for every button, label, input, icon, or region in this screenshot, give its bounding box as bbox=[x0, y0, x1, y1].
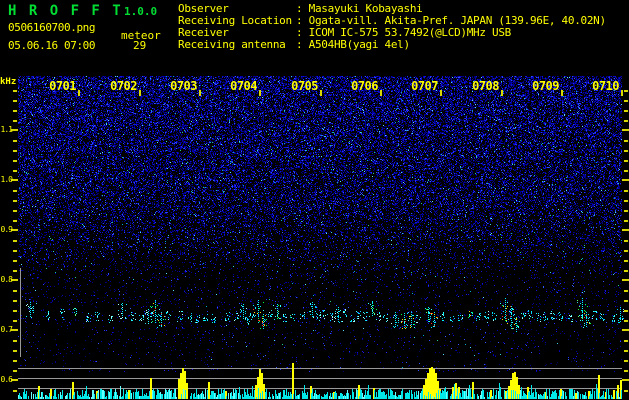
time-tick-label: 0705 bbox=[291, 79, 318, 93]
freq-tick-label: 0.7 bbox=[0, 325, 13, 334]
time-tick-label: 0708 bbox=[472, 79, 499, 93]
time-tick-label: 0701 bbox=[49, 79, 76, 93]
spectrogram-canvas bbox=[0, 0, 629, 400]
hrofft-output-screen: H R O F F T 1.0.0 0506160700.png meteor … bbox=[0, 0, 629, 400]
freq-tick-label: 0.6 bbox=[0, 375, 13, 384]
time-tick-label: 0707 bbox=[411, 79, 438, 93]
info-label: Receiving antenna bbox=[178, 38, 286, 51]
time-tick-label: 0704 bbox=[230, 79, 257, 93]
meteor-count: 29 bbox=[133, 39, 147, 52]
app-version: 1.0.0 bbox=[124, 5, 158, 18]
app-title: H R O F F T bbox=[8, 3, 123, 19]
frequency-unit-label: kHz bbox=[0, 77, 17, 87]
time-tick-label: 0703 bbox=[170, 79, 197, 93]
freq-tick-label: 1.1 bbox=[0, 125, 13, 134]
station-info-row: Receiving antenna: A504HB(yagi 4el) bbox=[178, 39, 606, 51]
observation-datetime: 05.06.16 07:00 bbox=[8, 39, 96, 52]
output-filename: 0506160700.png bbox=[8, 21, 96, 34]
info-value: A504HB(yagi 4el) bbox=[308, 38, 410, 51]
time-tick-label: 0706 bbox=[351, 79, 378, 93]
time-tick-label: 0710 bbox=[592, 79, 619, 93]
time-tick-label: 0709 bbox=[532, 79, 559, 93]
station-info-block: Observer: Masayuki Kobayashi Receiving Lo… bbox=[178, 3, 606, 51]
info-colon: : bbox=[296, 38, 309, 51]
time-tick-label: 0702 bbox=[110, 79, 137, 93]
freq-tick-label: 0.9 bbox=[0, 225, 13, 234]
freq-tick-label: 1.0 bbox=[0, 175, 13, 184]
freq-tick-label: 0.8 bbox=[0, 275, 13, 284]
